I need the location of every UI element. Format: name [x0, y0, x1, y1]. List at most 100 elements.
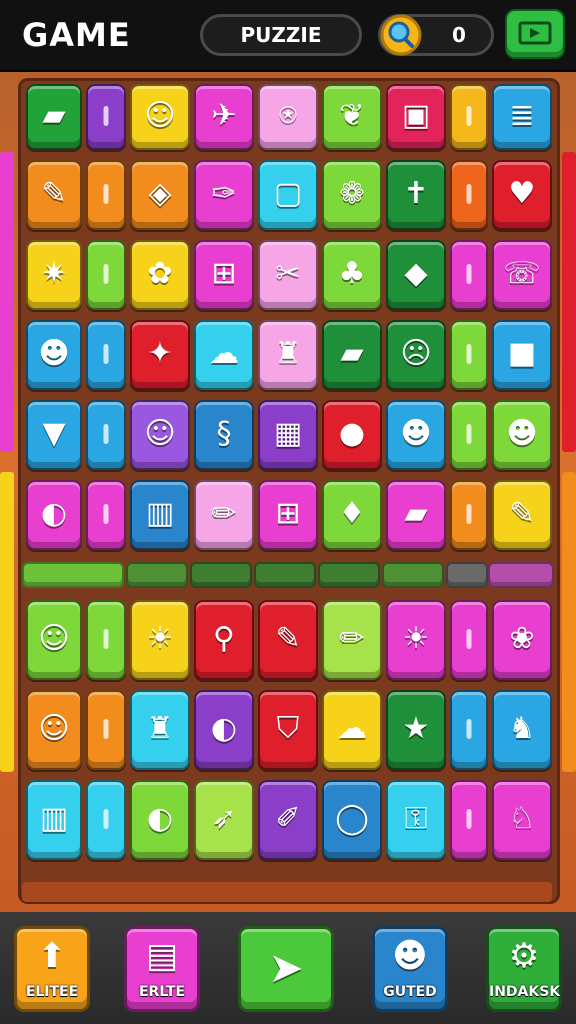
board-tile[interactable]: ✏ — [322, 600, 382, 680]
board-tile[interactable] — [86, 400, 126, 470]
board-divider-segment — [22, 562, 124, 588]
board-tile[interactable]: ▰ — [386, 480, 446, 550]
board-tile[interactable] — [86, 320, 126, 390]
card-icon: ▰ — [404, 495, 428, 531]
board-tile[interactable]: ♜ — [258, 320, 318, 390]
board-tile[interactable]: ⛉ — [258, 690, 318, 770]
board-tile[interactable]: ✐ — [258, 780, 318, 860]
board-tile[interactable] — [86, 240, 126, 310]
board-tile[interactable]: ▦ — [258, 400, 318, 470]
bottom-button-label: ERLTE — [138, 984, 186, 1000]
board-tile[interactable]: ◯ — [322, 780, 382, 860]
board-tile[interactable]: ◆ — [386, 240, 446, 310]
bottom-button-erlte[interactable]: ▤ ERLTE — [124, 926, 200, 1012]
board-tile[interactable]: ✎ — [258, 600, 318, 680]
board-tile[interactable]: ⊞ — [194, 240, 254, 310]
board-tile[interactable] — [86, 84, 126, 150]
board-tile[interactable]: ▼ — [26, 400, 82, 470]
tile-edge-mark — [466, 344, 472, 364]
board-tile[interactable]: ≣ — [492, 84, 552, 150]
board-tile[interactable]: ⚿ — [386, 780, 446, 860]
board-tile[interactable]: ☻ — [492, 400, 552, 470]
board-tile[interactable]: ▥ — [130, 480, 190, 550]
board-tile[interactable]: ✂ — [258, 240, 318, 310]
board-tile[interactable]: ✎ — [492, 480, 552, 550]
board-tile[interactable]: ✦ — [130, 320, 190, 390]
board-tile[interactable] — [86, 690, 126, 770]
board-tile[interactable]: ♥ — [492, 160, 552, 230]
board-tile[interactable]: ☺ — [26, 600, 82, 680]
window-icon: ▦ — [273, 415, 303, 451]
board-tile[interactable]: ⚲ — [194, 600, 254, 680]
board-tile[interactable]: ☀ — [130, 600, 190, 680]
board-tile[interactable]: ▥ — [26, 780, 82, 860]
board-tile[interactable] — [450, 780, 488, 860]
board-tile[interactable]: ☺ — [130, 84, 190, 150]
board-tile[interactable]: ✎ — [26, 160, 82, 230]
board-tile[interactable] — [450, 600, 488, 680]
board-tile[interactable]: ❁ — [322, 160, 382, 230]
board-tile[interactable]: ⍟ — [258, 84, 318, 150]
board-tile[interactable] — [86, 780, 126, 860]
board-tile[interactable] — [450, 84, 488, 150]
board-tile[interactable] — [450, 320, 488, 390]
board-tile[interactable]: ◐ — [26, 480, 82, 550]
magnifier-coin-icon — [380, 14, 422, 56]
board-tile[interactable]: ☀ — [386, 600, 446, 680]
crystal-icon: ◆ — [404, 255, 428, 291]
board-tile[interactable]: ✷ — [26, 240, 82, 310]
board-tile[interactable]: ☻ — [26, 320, 82, 390]
board-tile[interactable] — [450, 400, 488, 470]
board-tile[interactable]: § — [194, 400, 254, 470]
board-tile[interactable]: ❦ — [322, 84, 382, 150]
board-tile[interactable]: ❀ — [492, 600, 552, 680]
board-tile[interactable]: ■ — [492, 320, 552, 390]
board-tile[interactable]: ☹ — [386, 320, 446, 390]
board-tile[interactable]: ★ — [386, 690, 446, 770]
board-tile[interactable] — [450, 480, 488, 550]
pencil-icon: ✏ — [339, 620, 365, 656]
bottom-button-indaksk[interactable]: ⚙ INDAKSK — [486, 926, 562, 1012]
board-tile[interactable]: ✿ — [130, 240, 190, 310]
board-tile[interactable]: ⊞ — [258, 480, 318, 550]
board-tile[interactable]: ✝ — [386, 160, 446, 230]
board-tile[interactable]: ▰ — [26, 84, 82, 150]
board-tile[interactable] — [450, 240, 488, 310]
bottom-button-elitee[interactable]: ⬆ ELITEE — [14, 926, 90, 1012]
board-tile[interactable]: ✈ — [194, 84, 254, 150]
bin-icon: ♜ — [146, 710, 174, 746]
board-tile[interactable] — [86, 480, 126, 550]
screen-arrow-button[interactable] — [507, 11, 563, 57]
mode-label-pill[interactable]: PUZZIE — [200, 14, 362, 56]
board-tile[interactable]: ● — [322, 400, 382, 470]
board-tile[interactable] — [86, 600, 126, 680]
board-tile[interactable]: ✏ — [194, 480, 254, 550]
tile-edge-mark — [103, 424, 109, 444]
board-tile[interactable]: ☏ — [492, 240, 552, 310]
board-tile[interactable]: ➶ — [194, 780, 254, 860]
score-counter: 0 — [378, 14, 494, 56]
board-tile[interactable]: ♜ — [130, 690, 190, 770]
board-tile[interactable]: ♘ — [492, 780, 552, 860]
board-tile[interactable]: ▣ — [386, 84, 446, 150]
board-tile[interactable]: ☺ — [26, 690, 82, 770]
board-tile[interactable]: ♦ — [322, 480, 382, 550]
board-tile[interactable] — [86, 160, 126, 230]
board-tile[interactable]: ♣ — [322, 240, 382, 310]
board-tile[interactable]: ☁ — [322, 690, 382, 770]
board-tile[interactable]: ☺ — [130, 400, 190, 470]
bottom-button-send[interactable]: ➤ — [238, 926, 334, 1012]
board-tile[interactable] — [450, 690, 488, 770]
board-tile[interactable]: ♞ — [492, 690, 552, 770]
board-tile[interactable]: ☁ — [194, 320, 254, 390]
board-tile[interactable]: ◐ — [130, 780, 190, 860]
board-tile[interactable]: ☻ — [386, 400, 446, 470]
board-tile[interactable]: ▰ — [322, 320, 382, 390]
tile-edge-mark — [103, 719, 109, 739]
board-tile[interactable]: ◈ — [130, 160, 190, 230]
bottom-button-guted[interactable]: ☻ GUTED — [372, 926, 448, 1012]
board-tile[interactable]: ◐ — [194, 690, 254, 770]
board-tile[interactable]: ✑ — [194, 160, 254, 230]
board-tile[interactable] — [450, 160, 488, 230]
board-tile[interactable]: ▢ — [258, 160, 318, 230]
